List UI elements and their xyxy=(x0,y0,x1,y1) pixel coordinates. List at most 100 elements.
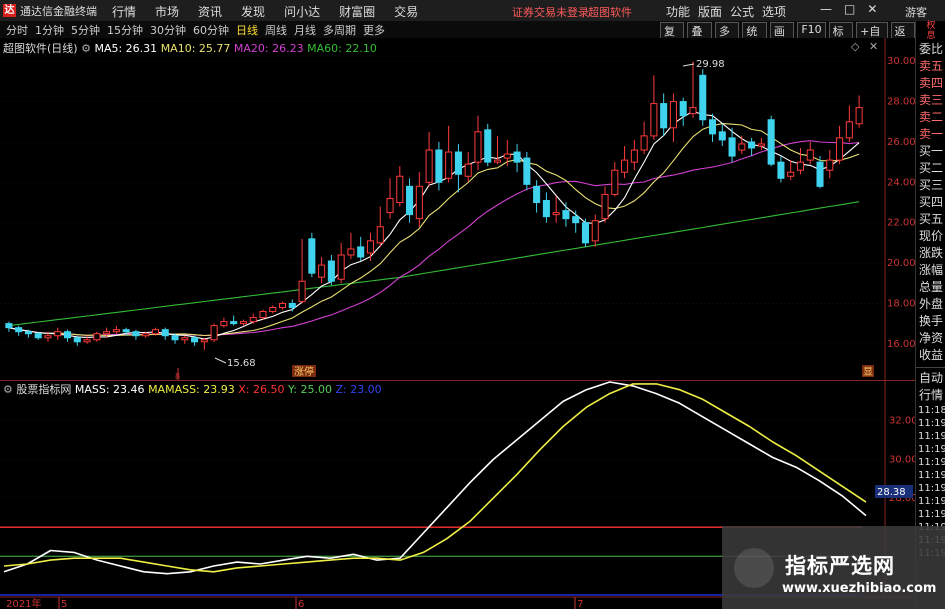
tab-60min[interactable]: 60分钟 xyxy=(193,22,229,38)
price-tick: 26.00 xyxy=(887,137,915,148)
quotes-label[interactable]: 行情 xyxy=(916,387,945,404)
price-tick: 22.00 xyxy=(887,218,915,229)
ma20-value: MA20: 26.23 xyxy=(233,42,304,55)
menu-item-news[interactable]: 资讯 xyxy=(198,3,222,20)
price-tick: 24.00 xyxy=(887,177,915,188)
minimize-icon[interactable]: — xyxy=(820,2,832,16)
price-tick: 28.00 xyxy=(887,97,915,108)
indicator-tick: 30.00 xyxy=(889,454,915,465)
tag-xi: 息 xyxy=(926,31,936,41)
menu-item-ask[interactable]: 问小达 xyxy=(284,3,320,20)
quote-label: 买二 xyxy=(919,161,944,175)
price-tick: 30.00 xyxy=(887,56,915,67)
kline-chart[interactable]: 30.00 28.00 26.00 24.00 22.00 20.00 18.00 16.00… xyxy=(0,38,915,380)
quote-label: 总量 xyxy=(919,280,944,294)
menu-formula[interactable]: 公式 xyxy=(730,3,754,20)
quote-label: 委比 xyxy=(919,42,944,56)
ma60-value: MA60: 22.10 xyxy=(307,42,377,55)
tab-monthly[interactable]: 月线 xyxy=(294,22,316,38)
tick-time: 11:19 xyxy=(918,418,945,429)
settings-icon[interactable]: ⚙ xyxy=(81,42,91,55)
main-menu: 行情 市场 资讯 发现 问小达 财富圈 交易 xyxy=(112,3,418,20)
price-tick: 18.00 xyxy=(887,298,915,309)
date-july: 7 xyxy=(577,599,583,609)
tab-timeshare[interactable]: 分时 xyxy=(6,22,28,38)
tick-time: 11:19 xyxy=(918,431,945,442)
limit-up-tag: 涨停 xyxy=(294,365,314,378)
tab-more[interactable]: 更多 xyxy=(363,22,385,38)
mamass-value: MAMASS: 23.93 xyxy=(148,383,235,396)
menu-options[interactable]: 选项 xyxy=(762,3,786,20)
candle xyxy=(308,232,316,278)
right-tag: 显 xyxy=(863,366,873,378)
quote-label: 涨幅 xyxy=(919,263,944,277)
candle xyxy=(581,218,590,247)
indicator-tick: 32.00 xyxy=(889,416,915,427)
ma10-value: MA10: 25.77 xyxy=(160,42,231,55)
watermark-title: 指标严选网 xyxy=(785,554,895,578)
tab-30min[interactable]: 30分钟 xyxy=(150,22,186,38)
close-icon[interactable]: ✕ xyxy=(867,2,877,16)
menu-bar: 达 通达信金融终端 行情 市场 资讯 发现 问小达 财富圈 交易 证券交易未登录… xyxy=(0,0,945,22)
tab-weekly[interactable]: 周线 xyxy=(265,22,287,38)
right-menu: 功能 版面 公式 选项 xyxy=(666,3,786,20)
mass-value: MASS: 23.46 xyxy=(74,383,145,396)
guest-label[interactable]: 游客 xyxy=(905,4,927,20)
menu-function[interactable]: 功能 xyxy=(666,3,690,20)
indicator-name[interactable]: 股票指标网 xyxy=(16,383,71,396)
quote-labels: 委比 卖五 卖四 卖三 卖二 卖一 买一 买二 买三 买四 买五 现价 涨跌 涨幅 总量 外盘 换手 净资 收益 xyxy=(916,41,945,364)
z-value: Z: 23.00 xyxy=(335,383,382,396)
app-logo-icon: 达 xyxy=(3,4,16,17)
tick-time: 11:19 xyxy=(918,483,945,494)
x-value: X: 26.50 xyxy=(238,383,285,396)
quote-label: 外盘 xyxy=(919,297,944,311)
tab-15min[interactable]: 15分钟 xyxy=(107,22,143,38)
maximize-icon[interactable]: □ xyxy=(844,2,855,16)
menu-layout[interactable]: 版面 xyxy=(698,3,722,20)
panel-close-icon[interactable]: ✕ xyxy=(869,40,878,53)
tab-daily[interactable]: 日线 xyxy=(236,22,258,38)
quote-label: 现价 xyxy=(919,229,944,243)
date-mark: 8 xyxy=(175,372,180,380)
quote-label: 净资 xyxy=(919,331,944,345)
menu-item-wealth[interactable]: 财富圈 xyxy=(339,3,375,20)
tick-time: 11:19 xyxy=(918,457,945,468)
quote-label: 买一 xyxy=(919,144,944,158)
login-notice[interactable]: 证券交易未登录 xyxy=(512,4,589,20)
quote-label: 卖一 xyxy=(919,127,944,141)
stock-title: 超图软件(日线) xyxy=(3,42,78,55)
tag-quan: 权 xyxy=(926,21,936,31)
window-controls: — □ ✕ xyxy=(820,2,877,16)
price-tick: 16.00 xyxy=(887,339,915,350)
quote-label: 涨跌 xyxy=(919,246,944,260)
date-may: 5 xyxy=(61,599,67,609)
candle xyxy=(767,115,775,167)
menu-item-quotes[interactable]: 行情 xyxy=(112,3,136,20)
tab-1min[interactable]: 1分钟 xyxy=(35,22,64,38)
low-price-label: 15.68 xyxy=(227,358,256,369)
quote-label: 收益 xyxy=(919,348,944,362)
collapse-icon[interactable]: ◇ xyxy=(851,40,859,53)
tab-5min[interactable]: 5分钟 xyxy=(71,22,100,38)
indicator-legend: ⚙ 股票指标网 MASS: 23.46 MAMASS: 23.93 X: 26.… xyxy=(3,381,382,397)
indicator-settings-icon[interactable]: ⚙ xyxy=(3,383,13,396)
menu-item-trade[interactable]: 交易 xyxy=(394,3,418,20)
menu-item-discover[interactable]: 发现 xyxy=(241,3,265,20)
price-tick: 20.00 xyxy=(887,258,915,269)
auto-label[interactable]: 自动 xyxy=(916,370,945,387)
menu-item-market[interactable]: 市场 xyxy=(155,3,179,20)
main-legend: 超图软件(日线) ⚙ MA5: 26.31 MA10: 25.77 MA20: … xyxy=(3,40,878,56)
tab-multiperiod[interactable]: 多周期 xyxy=(323,22,356,38)
tick-time: 11:19 xyxy=(918,444,945,455)
tick-time: 11:19 xyxy=(918,470,945,481)
quote-label: 卖五 xyxy=(919,59,944,73)
stock-name-link[interactable]: 超图软件 xyxy=(588,4,632,20)
period-tabs: 分时 1分钟 5分钟 15分钟 30分钟 60分钟 日线 周线 月线 多周期 更… xyxy=(6,22,385,38)
date-june: 6 xyxy=(298,599,304,609)
quote-label: 卖四 xyxy=(919,76,944,90)
app-title: 通达信金融终端 xyxy=(20,5,97,18)
quote-panel-top: 权 息 xyxy=(916,21,945,41)
candle xyxy=(523,152,531,191)
y-value: Y: 25.00 xyxy=(288,383,332,396)
indicator-current-value: 28.38 xyxy=(877,487,906,498)
